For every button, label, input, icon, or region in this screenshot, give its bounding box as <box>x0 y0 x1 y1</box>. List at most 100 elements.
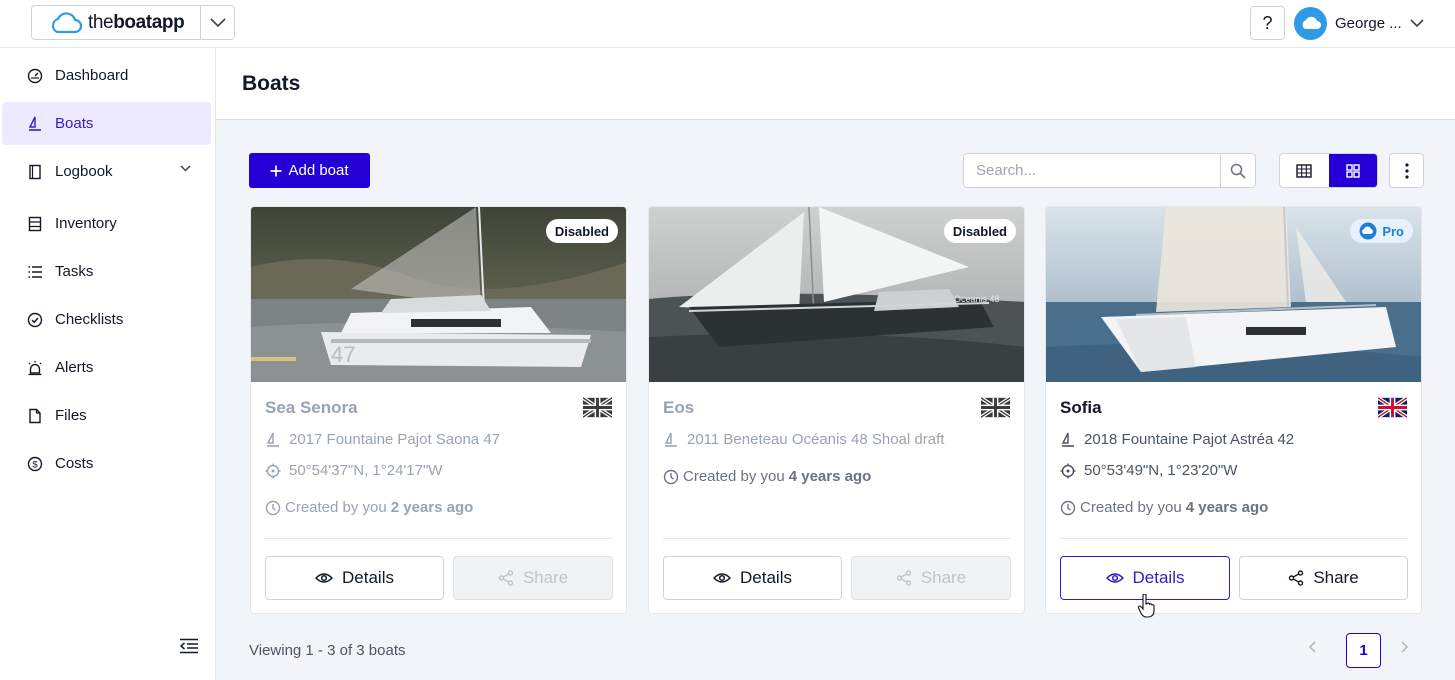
user-name: George ... <box>1335 14 1402 32</box>
eye-icon <box>713 573 732 583</box>
page-title: Boats <box>242 71 301 95</box>
boat-model-row: 2017 Fountaine Pajot Saona 47 <box>265 431 500 448</box>
avatar <box>1294 6 1327 40</box>
sidebar-item-inventory[interactable]: Inventory <box>2 202 211 245</box>
cloud-avatar-icon <box>1302 16 1321 29</box>
clock-icon <box>265 500 281 515</box>
crosshair-icon <box>265 463 281 478</box>
search-box <box>963 153 1256 188</box>
share-button[interactable]: Share <box>851 556 1011 600</box>
clock-icon <box>663 469 679 484</box>
app-switcher[interactable]: theboatapp <box>31 5 235 40</box>
svg-text:$: $ <box>32 459 38 470</box>
uk-flag-icon <box>583 397 612 418</box>
svg-text:47: 47 <box>331 342 355 367</box>
cloud-logo-icon <box>51 11 82 33</box>
card-divider <box>663 538 1010 539</box>
chevron-down-icon <box>180 165 191 172</box>
top-bar: theboatapp ? George ... <box>0 0 1455 48</box>
boat-photo: Pro <box>1046 207 1421 382</box>
hand-cursor-icon <box>1137 594 1155 618</box>
boat-created-row: Created by you 4 years ago <box>1060 499 1268 516</box>
app-dropdown-button[interactable] <box>201 6 234 39</box>
sidebar-item-alerts[interactable]: Alerts <box>2 346 211 389</box>
more-options-button[interactable] <box>1389 153 1424 188</box>
results-summary: Viewing 1 - 3 of 3 boats <box>249 642 406 659</box>
card-divider <box>265 538 612 539</box>
boat-name[interactable]: Sea Senora <box>265 398 358 418</box>
chevron-down-icon <box>1410 18 1424 27</box>
user-menu[interactable]: George ... <box>1294 6 1424 40</box>
status-badge: Disabled <box>943 219 1016 243</box>
share-icon <box>1289 570 1304 586</box>
eye-icon <box>315 573 334 583</box>
boat-photo: 47 Disabled <box>251 207 626 382</box>
list-icon <box>28 265 42 278</box>
image-caption: Oceanis 48 <box>954 294 1000 304</box>
collapse-menu-icon <box>179 638 198 654</box>
eye-icon <box>1105 573 1124 583</box>
pro-badge: Pro <box>1350 219 1413 243</box>
details-button[interactable]: Details <box>663 556 842 600</box>
file-icon <box>29 408 41 423</box>
sidebar: Dashboard Boats Logbook Inventory Tasks … <box>0 48 216 680</box>
boat-created-row: Created by you 4 years ago <box>663 468 871 485</box>
share-icon <box>896 570 912 586</box>
uk-flag-icon <box>1378 397 1407 418</box>
boat-photo: Oceanis 48 Disabled <box>649 207 1024 382</box>
card-divider <box>1060 538 1407 539</box>
table-grid-icon <box>1296 163 1312 178</box>
boat-location-row: 50°53'49"N, 1°23'20"W <box>1060 462 1237 479</box>
next-page-button[interactable] <box>1401 641 1409 653</box>
dollar-circle-icon: $ <box>27 456 43 471</box>
crosshair-icon <box>1060 463 1076 478</box>
boat-model-row: 2018 Fountaine Pajot Astréa 42 <box>1060 431 1294 448</box>
brand-logo[interactable]: theboatapp <box>32 6 201 39</box>
sidebar-item-dashboard[interactable]: Dashboard <box>2 54 211 97</box>
inventory-icon <box>28 216 42 231</box>
sailboat-icon <box>664 432 677 447</box>
chevron-left-icon <box>1308 641 1316 653</box>
dashboard-icon <box>27 68 43 83</box>
cloud-icon <box>1359 222 1377 240</box>
brand-name: theboatapp <box>88 11 185 33</box>
book-icon <box>29 164 41 179</box>
status-badge: Disabled <box>545 219 618 243</box>
clock-icon <box>1060 500 1076 515</box>
details-button[interactable]: Details <box>265 556 444 600</box>
previous-page-button[interactable] <box>1308 641 1316 653</box>
search-button[interactable] <box>1220 154 1255 187</box>
sidebar-item-logbook[interactable]: Logbook <box>2 150 211 193</box>
table-view-button[interactable] <box>1280 154 1329 187</box>
check-circle-icon <box>27 312 43 327</box>
sailboat-icon <box>28 116 41 131</box>
share-button[interactable]: Share <box>453 556 613 600</box>
main-content: Boats Add boat Search... 47 Disabled Sea… <box>216 48 1455 680</box>
view-toggle <box>1279 153 1378 188</box>
sidebar-item-tasks[interactable]: Tasks <box>2 250 211 293</box>
sailboat-icon <box>266 432 279 447</box>
search-input[interactable] <box>964 154 1220 187</box>
sidebar-item-checklists[interactable]: Checklists <box>2 298 211 341</box>
boat-card-eos: Oceanis 48 Disabled Eos 2011 Beneteau Oc… <box>648 206 1025 614</box>
help-button[interactable]: ? <box>1250 6 1285 40</box>
collapse-sidebar-button[interactable] <box>179 638 199 654</box>
add-boat-button[interactable]: Add boat <box>249 153 370 188</box>
chevron-right-icon <box>1401 641 1409 653</box>
sidebar-item-costs[interactable]: $ Costs <box>2 442 211 485</box>
boat-card-sea-senora: 47 Disabled Sea Senora 2017 Fountaine Pa… <box>250 206 627 614</box>
boat-card-sofia: Pro Sofia 2018 Fountaine Pajot Astréa 42… <box>1045 206 1422 614</box>
boat-created-row: Created by you 2 years ago <box>265 499 473 516</box>
sidebar-item-boats[interactable]: Boats <box>2 102 211 145</box>
boat-location-row: 50°54'37"N, 1°24'17"W <box>265 462 442 479</box>
sailboat-icon <box>1061 432 1074 447</box>
boat-name[interactable]: Eos <box>663 398 694 418</box>
share-button[interactable]: Share <box>1239 556 1408 600</box>
cards-grid-icon <box>1346 163 1360 178</box>
alarm-icon <box>28 360 42 375</box>
sidebar-item-files[interactable]: Files <box>2 394 211 437</box>
plus-icon <box>270 165 282 176</box>
boat-name[interactable]: Sofia <box>1060 398 1102 418</box>
card-view-button[interactable] <box>1328 154 1377 187</box>
page-button-current[interactable]: 1 <box>1346 633 1381 668</box>
